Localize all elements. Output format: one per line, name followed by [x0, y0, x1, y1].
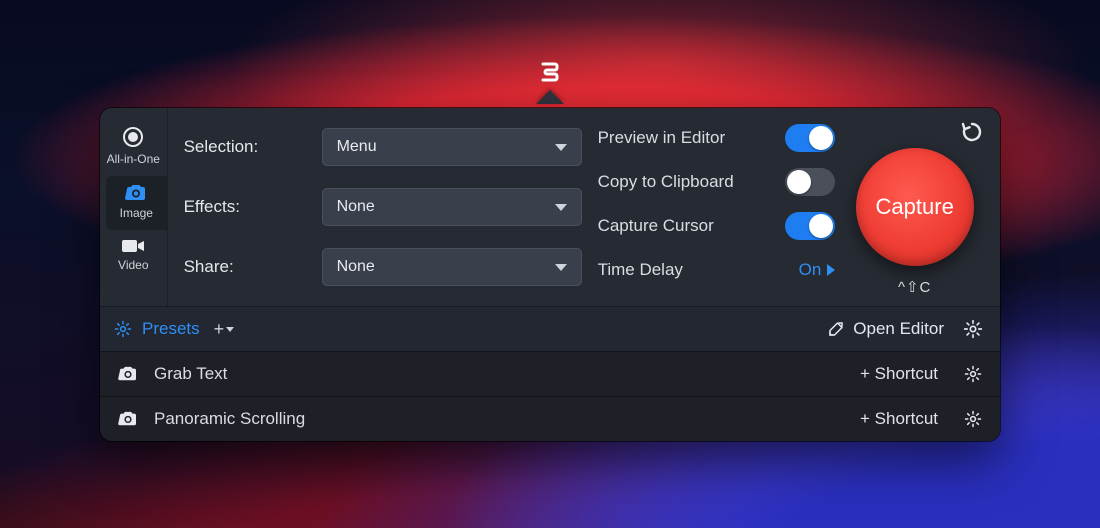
open-editor-label: Open Editor	[853, 319, 944, 339]
time-delay-value: On	[799, 260, 822, 280]
dropdown-value: Menu	[337, 138, 377, 156]
preset-shortcut-button[interactable]: + Shortcut	[860, 409, 938, 429]
capture-column: Capture ^⇧C	[843, 108, 1000, 306]
video-icon	[121, 238, 145, 254]
popover-arrow	[536, 90, 564, 104]
capture-panel: All-in-One Image Video Selection:	[100, 108, 1000, 441]
preset-settings-button[interactable]	[954, 410, 992, 428]
presets-toolbar: Presets + Open Editor	[100, 306, 1000, 351]
reset-button[interactable]	[960, 120, 984, 144]
chevron-down-icon	[555, 144, 567, 151]
gear-icon	[963, 319, 983, 339]
copy-to-clipboard-label: Copy to Clipboard	[598, 172, 734, 192]
chevron-right-icon	[827, 264, 835, 276]
preset-label: Panoramic Scrolling	[154, 409, 305, 429]
share-dropdown[interactable]: None	[322, 248, 582, 286]
tab-image[interactable]: Image	[106, 176, 167, 230]
camera-icon	[118, 366, 138, 382]
chevron-down-icon	[555, 204, 567, 211]
mode-sidebar: All-in-One Image Video	[100, 108, 168, 306]
tab-all-in-one[interactable]: All-in-One	[100, 118, 167, 176]
open-editor-icon	[827, 320, 845, 338]
tab-label: Video	[118, 258, 148, 272]
preset-shortcut-button[interactable]: + Shortcut	[860, 364, 938, 384]
caret-down-icon	[226, 327, 234, 332]
gear-icon	[964, 365, 982, 383]
preview-in-editor-toggle[interactable]	[785, 124, 835, 152]
preset-row[interactable]: Panoramic Scrolling + Shortcut	[100, 396, 1000, 441]
open-editor-button[interactable]: Open Editor	[827, 319, 944, 339]
tab-video[interactable]: Video	[100, 230, 167, 282]
selection-dropdown[interactable]: Menu	[322, 128, 582, 166]
chevron-down-icon	[555, 264, 567, 271]
time-delay-label: Time Delay	[598, 260, 683, 280]
capture-cursor-label: Capture Cursor	[598, 216, 714, 236]
capture-cursor-toggle[interactable]	[785, 212, 835, 240]
dropdown-value: None	[337, 198, 375, 216]
preview-in-editor-label: Preview in Editor	[598, 128, 726, 148]
share-label: Share:	[184, 257, 304, 277]
effects-dropdown[interactable]: None	[322, 188, 582, 226]
effects-label: Effects:	[184, 197, 304, 217]
presets-label[interactable]: Presets	[142, 319, 200, 339]
selection-label: Selection:	[184, 137, 304, 157]
copy-to-clipboard-toggle[interactable]	[785, 168, 835, 196]
preset-label: Grab Text	[154, 364, 227, 384]
dropdown-value: None	[337, 258, 375, 276]
presets-gear-icon	[114, 320, 132, 338]
tab-label: Image	[120, 206, 153, 220]
presets-settings-button[interactable]	[954, 310, 992, 348]
settings-grid: Selection: Menu Effects: None Share: Non…	[168, 108, 594, 306]
menubar-app-icon[interactable]	[536, 60, 564, 104]
circle-record-icon	[122, 126, 144, 148]
add-preset-button[interactable]: +	[214, 319, 235, 340]
gear-icon	[964, 410, 982, 428]
preset-settings-button[interactable]	[954, 365, 992, 383]
undo-icon	[960, 120, 984, 144]
capture-button[interactable]: Capture	[856, 148, 974, 266]
camera-icon	[118, 411, 138, 427]
time-delay-button[interactable]: On	[799, 260, 836, 280]
options-column: Preview in Editor Copy to Clipboard Capt…	[594, 108, 844, 306]
preset-row[interactable]: Grab Text + Shortcut	[100, 351, 1000, 396]
camera-icon	[125, 184, 147, 202]
capture-shortcut: ^⇧C	[898, 278, 931, 296]
tab-label: All-in-One	[107, 152, 160, 166]
capture-button-label: Capture	[876, 194, 954, 220]
